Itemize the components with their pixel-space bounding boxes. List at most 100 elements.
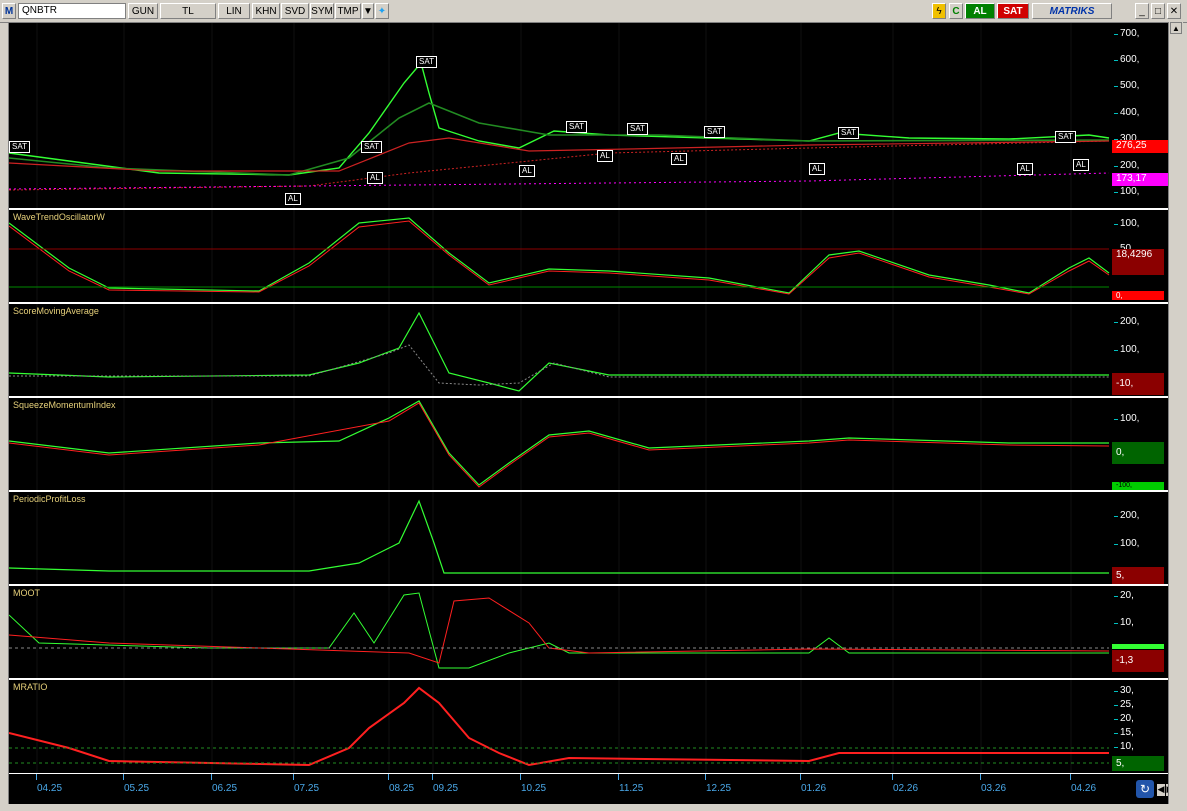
khn-button[interactable]: KHN [252,3,280,19]
dropdown-icon[interactable]: ▼ [362,3,374,19]
long-ma-line [9,140,1110,191]
time-label: 05.25 [122,774,150,794]
profit-loss-panel: PeriodicProfitLoss [9,492,1112,584]
axis-tick: 200, [1113,510,1140,521]
menu-button[interactable]: M [2,3,16,19]
axis-tick: 20, [1114,590,1134,601]
buy-button[interactable]: AL [965,3,995,19]
time-label: 04.25 [35,774,63,794]
tmp-button[interactable]: TMP [335,3,361,19]
price-line [9,61,1110,176]
time-label: 06.25 [210,774,238,794]
buy-signal[interactable]: AL [367,172,383,184]
close-button[interactable]: ✕ [1167,3,1181,19]
axis-tick: 10, [1114,741,1134,752]
price-tick: 500, [1113,80,1140,91]
price-tick: 600, [1113,54,1140,65]
time-label: 12.25 [704,774,732,794]
sell-signal[interactable]: SAT [1055,131,1076,143]
twitter-icon[interactable]: ✦ [375,3,389,19]
time-label: 07.25 [292,774,320,794]
bolt-icon[interactable]: ϟ [932,3,946,19]
mratio-panel: MRATIO [9,680,1112,773]
scroll-left-icon[interactable]: ◀ [1157,784,1165,796]
panel-title: SqueezeMomentumIndex [13,400,116,410]
panel-title: PeriodicProfitLoss [13,494,86,504]
buy-signal[interactable]: AL [519,165,535,177]
price-tick: 100, [1113,186,1140,197]
sell-signal[interactable]: SAT [704,126,725,138]
sym-button[interactable]: SYM [310,3,334,19]
sell-signal[interactable]: SAT [9,141,30,153]
axis-tick: 30, [1114,685,1134,696]
time-label: 09.25 [431,774,459,794]
time-label: 02.26 [891,774,919,794]
squeeze-low-badge: -100, [1112,482,1164,490]
symbol-input[interactable]: QNBTR [18,3,126,19]
buy-signal[interactable]: AL [1017,163,1033,175]
currency-tl-button[interactable]: TL [160,3,216,19]
scroll-up-icon[interactable]: ▲ [1170,22,1182,34]
vertical-scrollbar[interactable]: ▲ [1168,22,1183,804]
profit-loss-value-badge: 5, [1112,567,1164,584]
buy-signal[interactable]: AL [597,150,613,162]
axis-tick: 25, [1114,699,1134,710]
moot-signal-bar [1112,644,1164,649]
wavetrend-panel: WaveTrendOscillatorW [9,210,1112,302]
ema-line [9,137,1110,172]
time-label: 10.25 [519,774,547,794]
minimize-button[interactable]: _ [1135,3,1149,19]
axis-tick: 100, [1113,344,1140,355]
linear-button[interactable]: LIN [218,3,250,19]
c-button[interactable]: C [949,3,963,19]
last-price-badge: 276,25 [1112,140,1168,153]
axis-tick: 200, [1113,316,1140,327]
panel-title: MOOT [13,588,40,598]
time-axis: 04.25 05.25 06.25 07.25 08.25 09.25 10.2… [9,773,1175,804]
matriks-logo: MATRIKS [1032,3,1112,19]
period-day-button[interactable]: GUN [128,3,158,19]
chart-area[interactable]: 700, 600, 500, 400, 300, 200, 100, 276,2… [8,22,1176,804]
ref-price-badge: 173,17 [1112,173,1168,186]
time-label: 04.26 [1069,774,1097,794]
sell-signal[interactable]: SAT [566,121,587,133]
buy-signal[interactable]: AL [809,163,825,175]
axis-tick: 100, [1113,218,1140,229]
status-bar [0,804,1187,811]
score-ma-value-badge: -10, [1112,373,1164,395]
sell-signal[interactable]: SAT [361,141,382,153]
time-label: 03.26 [979,774,1007,794]
svd-button[interactable]: SVD [281,3,309,19]
sell-signal[interactable]: SAT [416,56,437,68]
sell-button[interactable]: SAT [997,3,1029,19]
axis-tick: 100, [1113,538,1140,549]
wavetrend-value-badge: 18,4296 [1112,249,1164,275]
wavetrend-signal-badge: 0, [1112,291,1164,300]
axis-tick: 10, [1114,617,1134,628]
axis-tick: 15, [1114,727,1134,738]
sell-signal[interactable]: SAT [627,123,648,135]
buy-signal[interactable]: AL [285,193,301,205]
squeeze-value-badge: 0, [1112,442,1164,464]
moot-panel: MOOT [9,586,1112,678]
moot-value-badge: -1,3 [1112,650,1164,672]
buy-signal[interactable]: AL [671,153,687,165]
sell-signal[interactable]: SAT [838,127,859,139]
price-tick: 200, [1113,160,1140,171]
price-tick: 700, [1113,28,1140,39]
score-ma-panel: ScoreMovingAverage [9,304,1112,396]
time-label: 08.25 [387,774,415,794]
ref-line [9,172,1110,190]
panel-title: MRATIO [13,682,48,692]
panel-title: WaveTrendOscillatorW [13,212,105,222]
axis-tick: 100, [1113,413,1140,424]
maximize-button[interactable]: □ [1151,3,1165,19]
panel-title: ScoreMovingAverage [13,306,99,316]
price-tick: 400, [1113,107,1140,118]
time-label: 11.25 [617,774,644,794]
buy-signal[interactable]: AL [1073,159,1089,171]
squeeze-panel: SqueezeMomentumIndex [9,398,1112,490]
time-label: 01.26 [799,774,827,794]
mratio-value-badge: 5, [1112,756,1164,771]
refresh-icon[interactable]: ↻ [1136,780,1154,798]
